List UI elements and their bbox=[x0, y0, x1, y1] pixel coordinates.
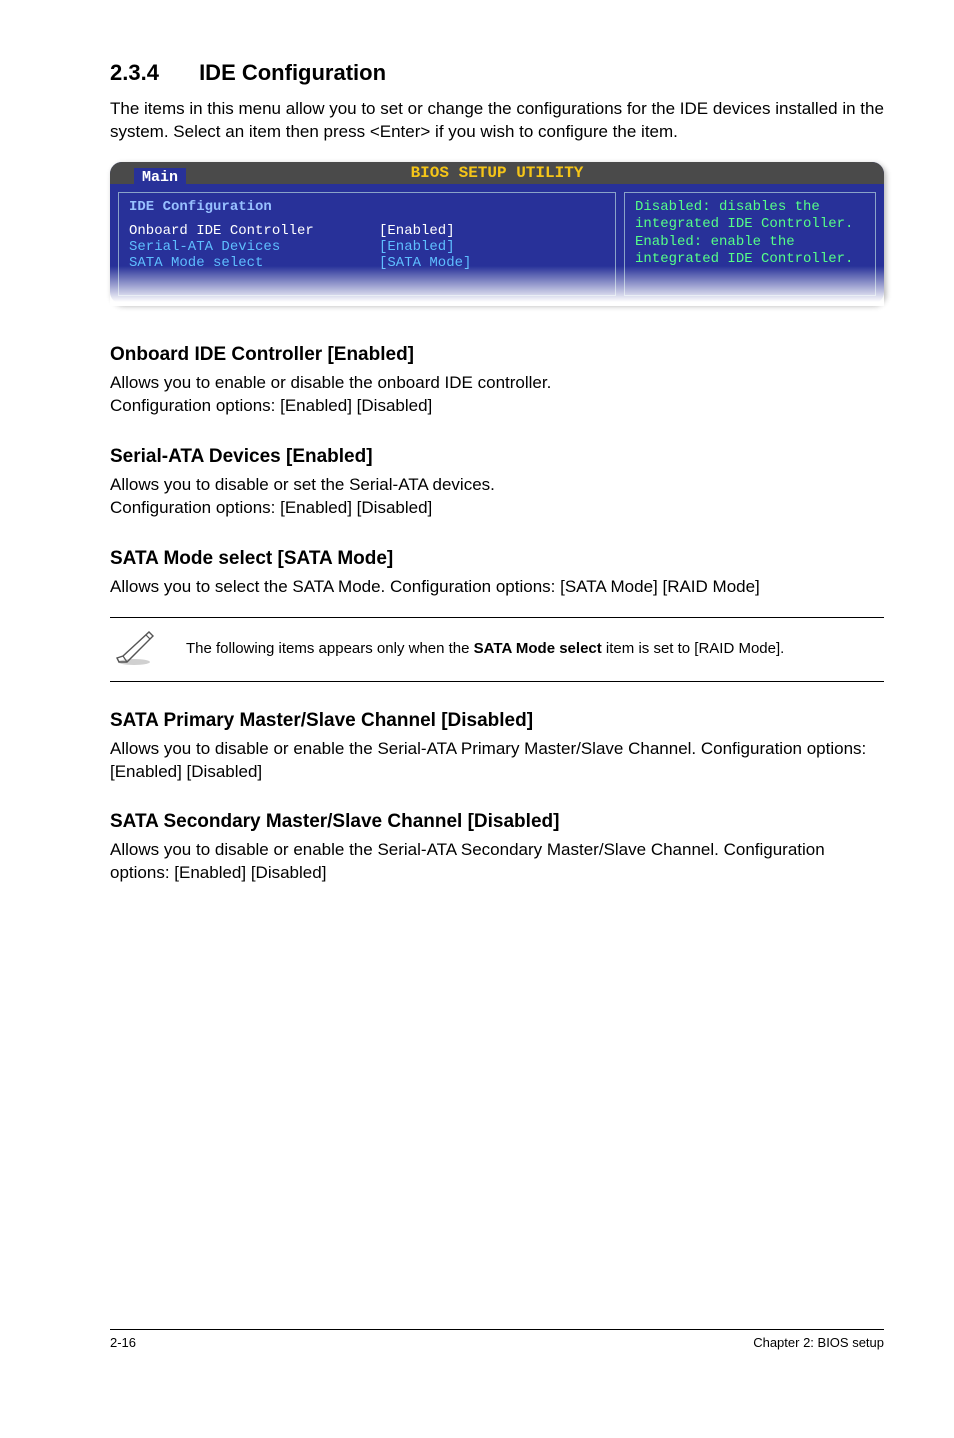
option-title: Onboard IDE Controller [Enabled] bbox=[110, 344, 884, 366]
bios-row-value: [Enabled] bbox=[379, 239, 455, 255]
pencil-icon bbox=[110, 628, 158, 671]
bios-body: IDE Configuration Onboard IDE Controller… bbox=[110, 184, 884, 304]
option-title: SATA Secondary Master/Slave Channel [Dis… bbox=[110, 811, 884, 833]
bios-row: Onboard IDE Controller [Enabled] bbox=[129, 223, 605, 239]
bios-titlebar-text: BIOS SETUP UTILITY bbox=[411, 164, 584, 182]
page-footer: 2-16 Chapter 2: BIOS setup bbox=[110, 1329, 884, 1350]
bios-row-label: Onboard IDE Controller bbox=[129, 223, 379, 239]
bios-help-panel: Disabled: disables the integrated IDE Co… bbox=[624, 192, 876, 296]
note-block: The following items appears only when th… bbox=[110, 617, 884, 682]
bios-row: Serial-ATA Devices [Enabled] bbox=[129, 239, 605, 255]
option-desc: Allows you to select the SATA Mode. Conf… bbox=[110, 576, 884, 599]
option-desc: Allows you to disable or enable the Seri… bbox=[110, 738, 884, 784]
option-desc: Allows you to disable or set the Serial-… bbox=[110, 474, 884, 520]
section-intro: The items in this menu allow you to set … bbox=[110, 98, 884, 144]
option-desc: Allows you to enable or disable the onbo… bbox=[110, 372, 884, 418]
section-heading: 2.3.4 IDE Configuration bbox=[110, 60, 884, 86]
option-title: Serial-ATA Devices [Enabled] bbox=[110, 446, 884, 468]
bios-row-label: SATA Mode select bbox=[129, 255, 379, 271]
bios-help-text: Disabled: disables the integrated IDE Co… bbox=[635, 199, 853, 268]
bios-titlebar: BIOS SETUP UTILITY Main bbox=[110, 162, 884, 184]
bios-row-value: [SATA Mode] bbox=[379, 255, 471, 271]
bios-panel-heading: IDE Configuration bbox=[129, 199, 605, 215]
option-title: SATA Mode select [SATA Mode] bbox=[110, 548, 884, 570]
section-number: 2.3.4 bbox=[110, 60, 159, 86]
note-bold: SATA Mode select bbox=[474, 640, 602, 657]
footer-chapter: Chapter 2: BIOS setup bbox=[753, 1335, 884, 1350]
note-post: item is set to [RAID Mode]. bbox=[602, 640, 785, 657]
bios-screenshot: BIOS SETUP UTILITY Main IDE Configuratio… bbox=[110, 162, 884, 304]
bios-shell: BIOS SETUP UTILITY Main IDE Configuratio… bbox=[110, 162, 884, 304]
bios-tab-main: Main bbox=[134, 168, 186, 186]
note-pre: The following items appears only when th… bbox=[186, 640, 474, 657]
note-text: The following items appears only when th… bbox=[186, 639, 784, 659]
bios-left-panel: IDE Configuration Onboard IDE Controller… bbox=[118, 192, 616, 296]
bios-row-value: [Enabled] bbox=[379, 223, 455, 239]
footer-page-number: 2-16 bbox=[110, 1335, 136, 1350]
bios-row: SATA Mode select [SATA Mode] bbox=[129, 255, 605, 271]
option-title: SATA Primary Master/Slave Channel [Disab… bbox=[110, 710, 884, 732]
option-desc: Allows you to disable or enable the Seri… bbox=[110, 839, 884, 885]
page: 2.3.4 IDE Configuration The items in thi… bbox=[0, 0, 954, 1380]
section-title: IDE Configuration bbox=[199, 60, 386, 85]
bios-row-label: Serial-ATA Devices bbox=[129, 239, 379, 255]
